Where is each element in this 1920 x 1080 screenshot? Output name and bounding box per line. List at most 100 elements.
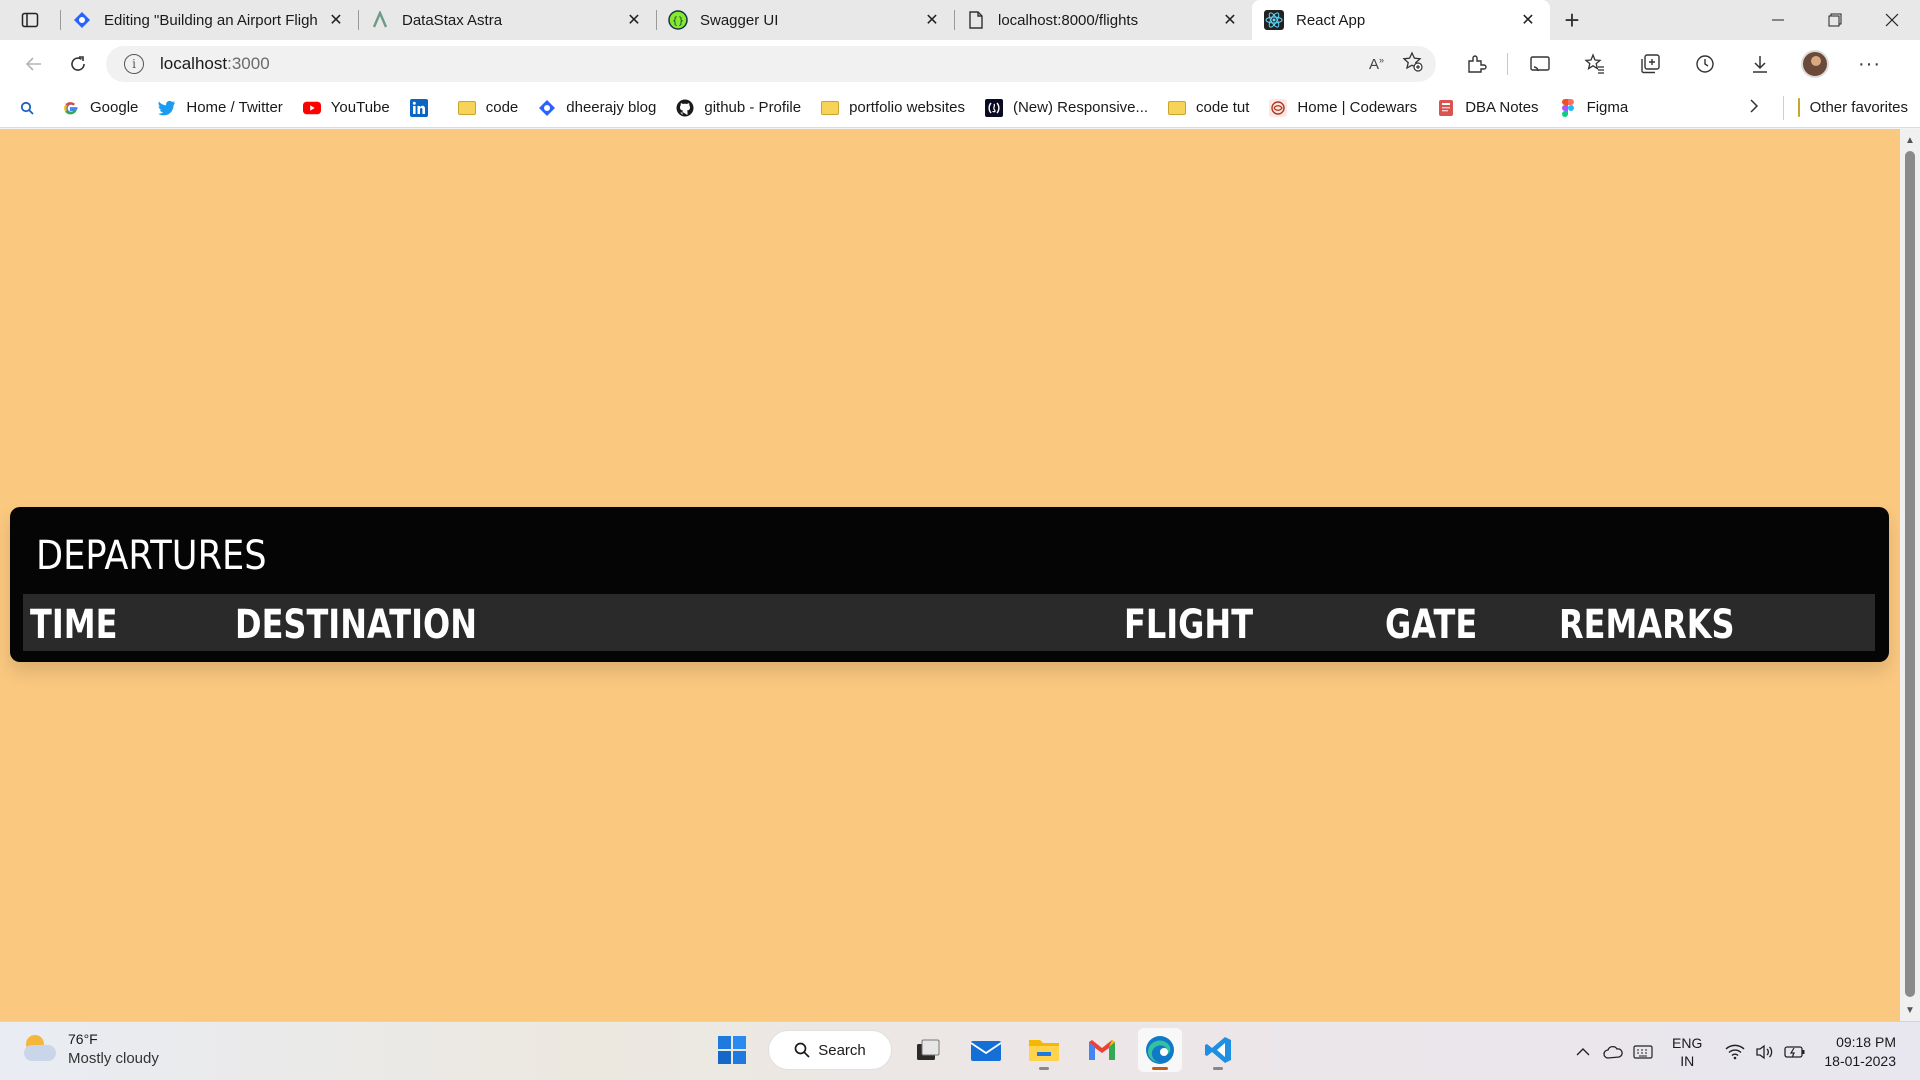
- departures-board: DEPARTURES TIME DESTINATION FLIGHT GATE …: [10, 507, 1889, 662]
- battery-icon[interactable]: [1780, 1037, 1810, 1067]
- fav-search[interactable]: [18, 99, 46, 117]
- tab-title: Swagger UI: [700, 11, 779, 29]
- board-title: DEPARTURES: [36, 533, 267, 579]
- fav-label: Home | Codewars: [1297, 99, 1418, 116]
- fav-folder-portfolio[interactable]: portfolio websites: [821, 99, 965, 117]
- fav-figma[interactable]: Figma: [1559, 98, 1629, 117]
- address-bar[interactable]: i localhost:3000 A»: [106, 46, 1436, 82]
- page-scrollbar[interactable]: ▲ ▼: [1900, 129, 1920, 1021]
- youtube-icon: [302, 99, 321, 117]
- page-viewport: DEPARTURES TIME DESTINATION FLIGHT GATE …: [0, 129, 1900, 1021]
- clock-time: 09:18 PM: [1836, 1033, 1896, 1050]
- tab-datastax-astra[interactable]: DataStax Astra ✕: [358, 0, 656, 40]
- astra-icon: [370, 10, 390, 30]
- new-tab-button[interactable]: +: [1550, 0, 1594, 40]
- fav-google[interactable]: Google: [62, 99, 138, 117]
- fav-github-profile[interactable]: github - Profile: [676, 99, 801, 117]
- history-icon[interactable]: [1677, 46, 1732, 82]
- folder-icon: [821, 99, 840, 117]
- refresh-icon[interactable]: [56, 46, 100, 82]
- collections-icon[interactable]: [1622, 46, 1677, 82]
- weather-widget[interactable]: 76°F Mostly cloudy: [22, 1030, 159, 1068]
- fav-label: dheerajy blog: [566, 99, 657, 116]
- wifi-icon[interactable]: [1720, 1037, 1750, 1067]
- fav-label: Other favorites: [1809, 99, 1908, 116]
- fav-other-favorites[interactable]: Other favorites: [1782, 95, 1908, 120]
- fav-dba-notes[interactable]: DBA Notes: [1437, 99, 1539, 117]
- clock-date: 18-01-2023: [1824, 1052, 1896, 1069]
- downloads-icon[interactable]: [1732, 46, 1787, 82]
- profile-avatar[interactable]: [1787, 46, 1842, 82]
- scroll-up-icon[interactable]: ▲: [1900, 131, 1920, 149]
- chevron-up-icon[interactable]: [1568, 1037, 1598, 1067]
- tab-localhost-flights[interactable]: localhost:8000/flights ✕: [954, 0, 1252, 40]
- close-window-icon[interactable]: [1863, 0, 1920, 40]
- fav-codewars[interactable]: Home | Codewars: [1269, 98, 1418, 117]
- add-favorite-icon[interactable]: [1402, 50, 1424, 78]
- system-clock[interactable]: 09:18 PM 18-01-2023: [1824, 1033, 1896, 1071]
- fav-label: Google: [90, 99, 139, 116]
- language-indicator[interactable]: ENG IN: [1672, 1034, 1702, 1070]
- tab-title: DataStax Astra: [402, 11, 503, 29]
- twitter-icon: [158, 99, 176, 117]
- scroll-thumb[interactable]: [1905, 151, 1915, 997]
- fav-label: code: [485, 99, 519, 116]
- chevron-right-icon[interactable]: [1749, 97, 1759, 118]
- hashnode-icon: [72, 10, 92, 30]
- keyboard-icon[interactable]: [1628, 1037, 1658, 1067]
- fav-label: Home / Twitter: [186, 99, 283, 116]
- extensions-icon[interactable]: [1448, 46, 1503, 82]
- weather-desc: Mostly cloudy: [68, 1050, 159, 1067]
- folder-icon: [1168, 99, 1187, 117]
- close-tab-icon[interactable]: ✕: [624, 10, 644, 30]
- site-info-icon[interactable]: i: [124, 54, 144, 74]
- swagger-icon: {}: [668, 10, 688, 30]
- tab-swagger-ui[interactable]: {} Swagger UI ✕: [656, 0, 954, 40]
- scroll-down-icon[interactable]: ▼: [1900, 1001, 1920, 1019]
- notes-icon: [1437, 99, 1455, 117]
- fav-twitter[interactable]: Home / Twitter: [158, 99, 283, 117]
- fav-folder-code-tut[interactable]: code tut: [1168, 99, 1249, 117]
- read-aloud-icon[interactable]: A»: [1369, 55, 1384, 73]
- restore-icon[interactable]: [1806, 0, 1863, 40]
- board-header-row: TIME DESTINATION FLIGHT GATE REMARKS: [23, 594, 1875, 651]
- tab-react-app[interactable]: React App ✕: [1252, 0, 1550, 40]
- fav-label: (New) Responsive...: [1012, 99, 1149, 116]
- minimize-icon[interactable]: [1749, 0, 1806, 40]
- task-view-icon[interactable]: [906, 1028, 950, 1072]
- back-arrow-icon[interactable]: [12, 46, 56, 82]
- close-tab-icon[interactable]: ✕: [1220, 10, 1240, 30]
- fav-linkedin[interactable]: [409, 98, 438, 117]
- onedrive-icon[interactable]: [1598, 1037, 1628, 1067]
- svg-text:{}: {}: [672, 16, 684, 27]
- file-explorer-icon[interactable]: [1022, 1028, 1066, 1072]
- cast-icon[interactable]: [1512, 46, 1567, 82]
- folder-icon: [457, 99, 476, 117]
- search-icon: [18, 99, 36, 117]
- mail-icon[interactable]: [964, 1028, 1008, 1072]
- column-header-remarks: REMARKS: [1559, 602, 1735, 648]
- tab-actions-icon[interactable]: [0, 0, 60, 40]
- hashnode-icon: [538, 99, 556, 117]
- close-tab-icon[interactable]: ✕: [922, 10, 942, 30]
- favorites-icon[interactable]: [1567, 46, 1622, 82]
- tab-editing-post[interactable]: Editing "Building an Airport Fligh ✕: [60, 0, 358, 40]
- url-host: localhost: [160, 54, 228, 73]
- fav-label: Figma: [1586, 99, 1629, 116]
- close-tab-icon[interactable]: ✕: [1518, 10, 1538, 30]
- page-icon: [966, 10, 986, 30]
- more-menu-icon[interactable]: ···: [1842, 46, 1897, 82]
- fav-responsive[interactable]: (New) Responsive...: [984, 98, 1149, 117]
- fav-folder-code[interactable]: code: [457, 99, 519, 117]
- taskbar-search-button[interactable]: Search: [768, 1030, 892, 1070]
- edge-icon[interactable]: [1138, 1028, 1182, 1072]
- search-icon: [794, 1042, 810, 1058]
- fav-dheerajy-blog[interactable]: dheerajy blog: [538, 99, 656, 117]
- search-label: Search: [818, 1041, 866, 1059]
- volume-icon[interactable]: [1750, 1037, 1780, 1067]
- fav-youtube[interactable]: YouTube: [302, 99, 390, 117]
- start-icon[interactable]: [710, 1028, 754, 1072]
- close-tab-icon[interactable]: ✕: [326, 10, 346, 30]
- gmail-icon[interactable]: [1080, 1028, 1124, 1072]
- vscode-icon[interactable]: [1196, 1028, 1240, 1072]
